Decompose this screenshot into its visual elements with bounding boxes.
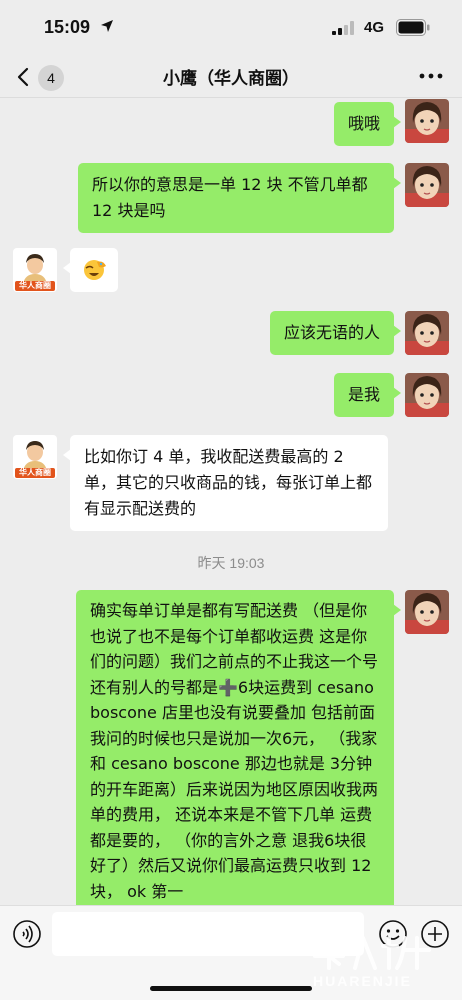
message-bubble[interactable]: 比如你订 4 单，我收配送费最高的 2 单，其它的只收商品的钱，每张订单上都有显…: [63, 435, 388, 531]
girl-avatar-icon: [405, 590, 449, 634]
message-row: 所以你的意思是一单 12 块 不管几单都 12 块是吗: [0, 163, 462, 235]
avatar-label: 华人商圈: [19, 281, 51, 290]
message-list[interactable]: 哦哦 所以你的意思是一单 12 块 不管几单都 12 块是吗 华人商圈 应该无语…: [0, 99, 462, 905]
battery-icon: [396, 19, 430, 36]
status-time: 15:09: [44, 17, 91, 37]
facepalm-laugh-emoji-icon: [84, 260, 106, 280]
message-bubble[interactable]: 应该无语的人: [269, 311, 402, 355]
more-dots-icon[interactable]: [418, 66, 444, 86]
avatar[interactable]: 华人商圈: [13, 435, 57, 479]
message-row: 确实每单订单是都有写配送费 （但是你也说了也不是每个订单都收运费 这是你们的问题…: [0, 590, 462, 905]
message-row: 华人商圈: [0, 248, 462, 298]
message-bubble[interactable]: 所以你的意思是一单 12 块 不管几单都 12 块是吗: [78, 163, 401, 233]
input-bar: HUARENJIE: [0, 905, 462, 1000]
location-arrow-icon: [101, 20, 113, 32]
avatar[interactable]: [405, 590, 449, 634]
avatar[interactable]: [405, 99, 449, 143]
timestamp: 昨天 19:03: [197, 555, 265, 571]
avatar[interactable]: [405, 311, 449, 355]
message-bubble[interactable]: 确实每单订单是都有写配送费 （但是你也说了也不是每个订单都收运费 这是你们的问题…: [76, 590, 401, 905]
message-bubble[interactable]: 哦哦: [333, 102, 402, 146]
avatar-label: 华人商圈: [19, 468, 51, 477]
message-row: 华人商圈 比如你订 4 单，我收配送费最高的 2 单，其它的只收商品的钱，每张订…: [0, 435, 462, 535]
girl-avatar-icon: [405, 311, 449, 355]
message-row: 是我: [0, 373, 462, 423]
voice-icon[interactable]: [12, 919, 42, 949]
avatar[interactable]: [405, 373, 449, 417]
avatar[interactable]: 华人商圈: [13, 248, 57, 292]
avatar[interactable]: [405, 163, 449, 207]
status-bar: 15:09 4G: [0, 0, 462, 54]
huarenjie-logo-icon: [311, 932, 431, 970]
message-row: 应该无语的人: [0, 311, 462, 361]
girl-avatar-icon: [405, 163, 449, 207]
girl-avatar-icon: [405, 373, 449, 417]
message-row: 哦哦: [0, 99, 462, 149]
home-indicator[interactable]: [150, 986, 312, 991]
watermark: HUARENJIE: [305, 928, 455, 998]
nav-bar: 4 小鹰（华人商圈）: [0, 54, 462, 98]
watermark-text: HUARENJIE: [313, 973, 412, 989]
message-bubble[interactable]: [63, 248, 118, 292]
message-bubble[interactable]: 是我: [333, 373, 402, 417]
signal-bars-icon: [332, 21, 354, 35]
chat-title: 小鹰（华人商圈）: [163, 69, 299, 89]
girl-avatar-icon: [405, 99, 449, 143]
network-label: 4G: [364, 19, 385, 36]
